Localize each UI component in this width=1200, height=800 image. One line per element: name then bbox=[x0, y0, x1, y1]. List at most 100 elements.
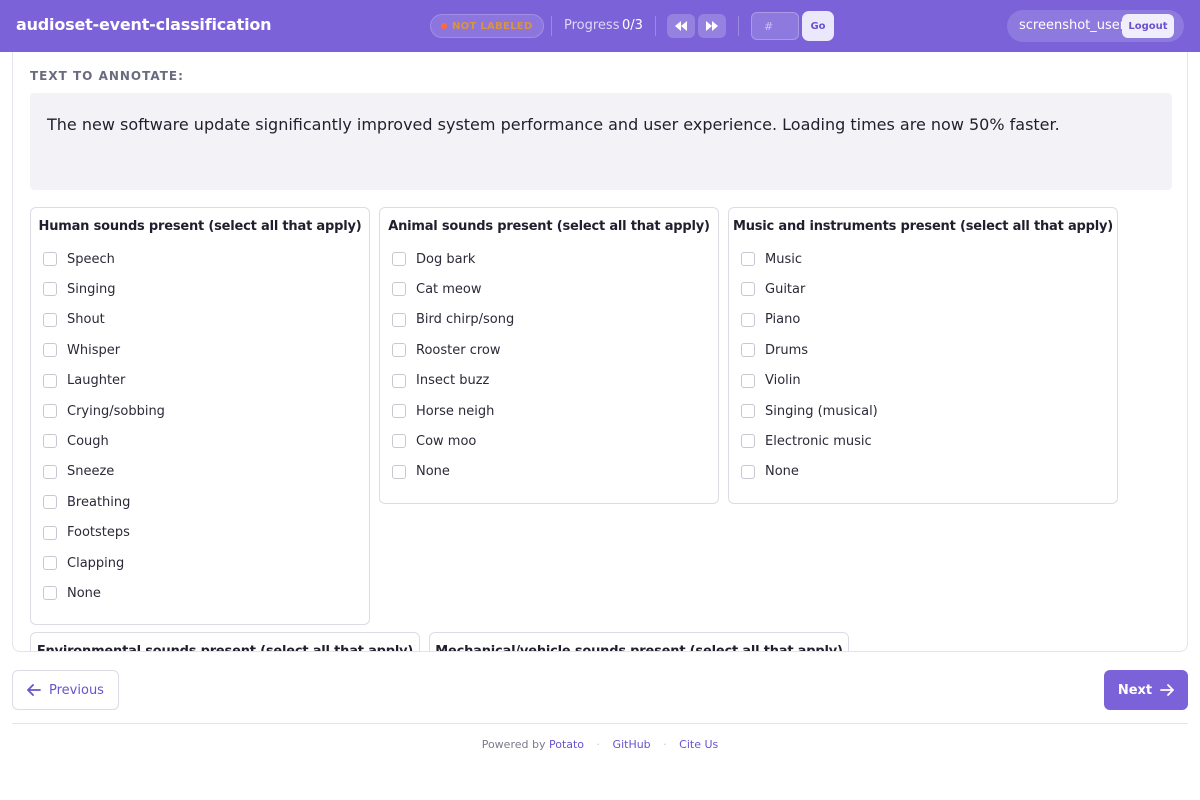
checkbox[interactable] bbox=[43, 495, 57, 510]
option-label: None bbox=[416, 464, 450, 480]
option-checkbox[interactable]: Cat meow bbox=[392, 279, 482, 299]
checkbox[interactable] bbox=[392, 312, 406, 327]
checkbox[interactable] bbox=[392, 434, 406, 449]
option-checkbox[interactable]: Insect buzz bbox=[392, 371, 489, 391]
last-item-button[interactable] bbox=[698, 14, 726, 38]
option-label: Singing (musical) bbox=[765, 403, 878, 419]
option-checkbox[interactable]: Bird chirp/song bbox=[392, 310, 514, 330]
option-checkbox[interactable]: Piano bbox=[741, 310, 800, 330]
option-checkbox[interactable]: Footsteps bbox=[43, 523, 130, 543]
checkbox[interactable] bbox=[392, 373, 406, 388]
status-dot-icon bbox=[441, 23, 447, 29]
checkbox[interactable] bbox=[392, 252, 406, 266]
option-checkbox[interactable]: Dog bark bbox=[392, 249, 475, 269]
checkbox[interactable] bbox=[392, 404, 406, 418]
footer-separator: · bbox=[663, 738, 667, 751]
goto-instance-input[interactable] bbox=[751, 12, 799, 40]
option-label: Footsteps bbox=[67, 525, 130, 541]
option-label: Bird chirp/song bbox=[416, 312, 515, 328]
checkbox[interactable] bbox=[43, 282, 57, 297]
checkbox[interactable] bbox=[741, 404, 755, 418]
github-link[interactable]: GitHub bbox=[613, 738, 651, 751]
option-checkbox[interactable]: Whisper bbox=[43, 340, 120, 360]
checkbox[interactable] bbox=[741, 343, 755, 358]
option-checkbox[interactable]: Sneeze bbox=[43, 462, 114, 482]
option-label: Drums bbox=[765, 342, 809, 358]
option-checkbox[interactable]: None bbox=[43, 583, 101, 603]
option-label: None bbox=[67, 585, 101, 601]
footer-separator: · bbox=[596, 738, 601, 751]
option-label: Sneeze bbox=[67, 464, 115, 480]
previous-label: Previous bbox=[49, 682, 104, 698]
username: screenshot_user bbox=[1019, 18, 1126, 33]
option-checkbox[interactable]: Singing bbox=[43, 279, 115, 299]
checkbox[interactable] bbox=[741, 282, 755, 297]
option-checkbox[interactable]: Singing (musical) bbox=[741, 401, 878, 421]
option-checkbox[interactable]: Violin bbox=[741, 371, 801, 391]
option-checkbox[interactable]: Speech bbox=[43, 249, 115, 269]
checkbox[interactable] bbox=[741, 464, 755, 479]
cite-us-link[interactable]: Cite Us bbox=[679, 738, 718, 751]
option-checkbox[interactable]: Horse neigh bbox=[392, 401, 494, 421]
checkbox[interactable] bbox=[43, 343, 57, 358]
option-checkbox[interactable]: Shout bbox=[43, 310, 105, 330]
checkbox[interactable] bbox=[392, 343, 406, 358]
app-title: audioset-event-classification bbox=[16, 15, 272, 34]
option-checkbox[interactable]: Cow moo bbox=[392, 431, 476, 451]
checkbox[interactable] bbox=[43, 434, 57, 449]
go-button[interactable]: Go bbox=[802, 11, 834, 41]
checkbox[interactable] bbox=[43, 252, 57, 266]
progress-value: 0/3 bbox=[622, 18, 643, 33]
potato-link[interactable]: Potato bbox=[549, 738, 584, 751]
option-label: Speech bbox=[67, 251, 115, 267]
checkbox[interactable] bbox=[43, 312, 57, 327]
option-label: Music bbox=[765, 251, 802, 267]
option-checkbox[interactable]: Music bbox=[741, 249, 802, 269]
checkbox[interactable] bbox=[43, 586, 57, 601]
option-checkbox[interactable]: Clapping bbox=[43, 553, 124, 573]
checkbox[interactable] bbox=[741, 373, 755, 388]
checkbox[interactable] bbox=[392, 464, 406, 479]
group-title: Music and instruments present (select al… bbox=[732, 219, 1114, 234]
previous-button[interactable]: Previous bbox=[12, 670, 119, 710]
checkbox[interactable] bbox=[43, 556, 57, 570]
group-title: Environmental sounds present (select all… bbox=[36, 644, 414, 652]
option-checkbox[interactable]: None bbox=[392, 462, 450, 482]
logout-button[interactable]: Logout bbox=[1122, 14, 1174, 38]
next-button[interactable]: Next bbox=[1104, 670, 1188, 710]
checkbox[interactable] bbox=[43, 464, 57, 479]
checkbox[interactable] bbox=[741, 312, 755, 327]
progress-label: Progress bbox=[564, 18, 620, 33]
checkbox[interactable] bbox=[741, 434, 755, 449]
section-label: TEXT TO ANNOTATE: bbox=[30, 69, 184, 83]
option-checkbox[interactable]: None bbox=[741, 462, 799, 482]
option-label: Violin bbox=[765, 373, 801, 389]
option-checkbox[interactable]: Cough bbox=[43, 431, 109, 451]
checkbox[interactable] bbox=[43, 525, 57, 540]
option-label: Guitar bbox=[765, 281, 806, 297]
option-checkbox[interactable]: Crying/sobbing bbox=[43, 401, 165, 421]
option-checkbox[interactable]: Laughter bbox=[43, 371, 125, 391]
footer: Powered by Potato · GitHub · Cite Us bbox=[0, 738, 1200, 751]
fast-forward-icon bbox=[706, 21, 718, 31]
group-title: Animal sounds present (select all that a… bbox=[388, 219, 710, 234]
checkbox[interactable] bbox=[392, 282, 406, 297]
text-to-annotate: The new software update significantly im… bbox=[47, 115, 1060, 134]
option-checkbox[interactable]: Guitar bbox=[741, 279, 805, 299]
option-label: Crying/sobbing bbox=[67, 403, 165, 419]
option-checkbox[interactable]: Breathing bbox=[43, 492, 130, 512]
human-sounds-group: Human sounds present (select all that ap… bbox=[30, 207, 370, 625]
checkbox[interactable] bbox=[43, 373, 57, 388]
divider bbox=[655, 16, 656, 36]
checkbox[interactable] bbox=[43, 404, 57, 418]
checkbox[interactable] bbox=[741, 252, 755, 266]
option-checkbox[interactable]: Rooster crow bbox=[392, 340, 501, 360]
option-checkbox[interactable]: Electronic music bbox=[741, 431, 872, 451]
text-to-annotate-box: The new software update significantly im… bbox=[30, 93, 1172, 190]
option-checkbox[interactable]: Drums bbox=[741, 340, 808, 360]
status-text: NOT LABELED bbox=[452, 20, 533, 32]
option-label: Cat meow bbox=[416, 281, 482, 297]
group-title: Human sounds present (select all that ap… bbox=[38, 219, 362, 234]
option-label: Insect buzz bbox=[416, 373, 490, 389]
first-item-button[interactable] bbox=[667, 14, 695, 38]
